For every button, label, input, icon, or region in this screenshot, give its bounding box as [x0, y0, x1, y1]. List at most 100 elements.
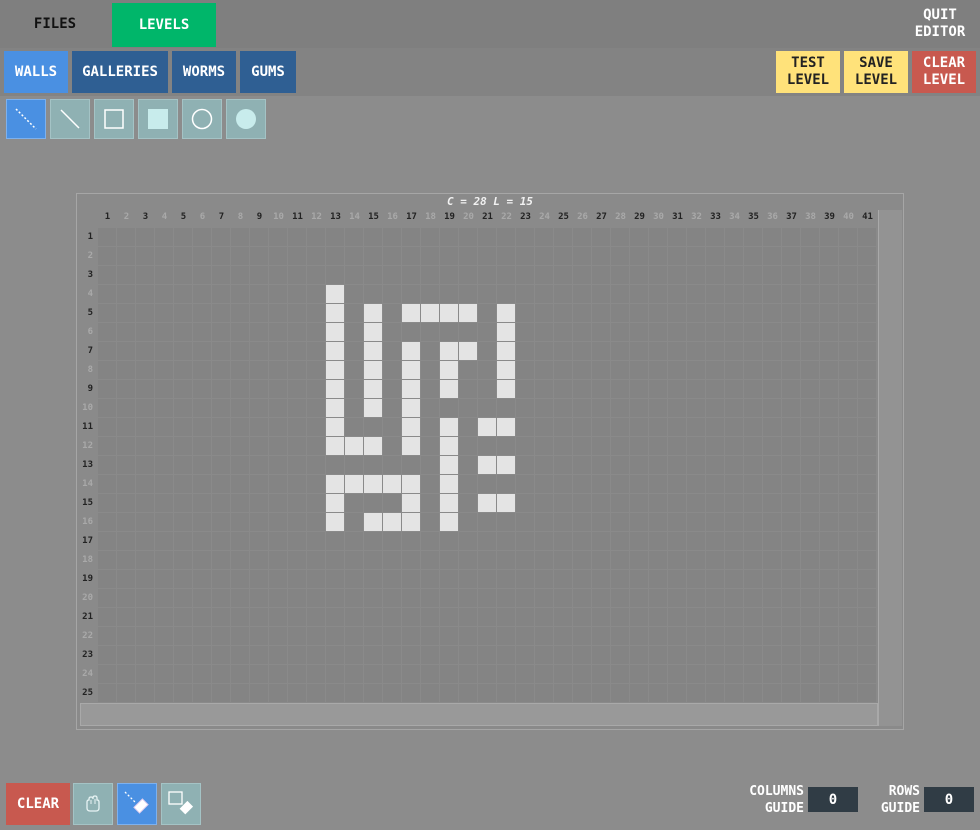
wall-cell[interactable]: [478, 494, 496, 512]
grid-cell[interactable]: [725, 475, 743, 493]
grid-cell[interactable]: [592, 551, 610, 569]
grid-cell[interactable]: [269, 589, 287, 607]
grid-cell[interactable]: [212, 513, 230, 531]
grid-cell[interactable]: [440, 684, 458, 702]
grid-cell[interactable]: [858, 323, 876, 341]
grid-cell[interactable]: [516, 551, 534, 569]
grid-cell[interactable]: [858, 228, 876, 246]
grid-cell[interactable]: [592, 646, 610, 664]
grid-cell[interactable]: [668, 304, 686, 322]
grid-cell[interactable]: [801, 589, 819, 607]
grid-cell[interactable]: [497, 266, 515, 284]
grid-cell[interactable]: [174, 247, 192, 265]
grid-cell[interactable]: [250, 513, 268, 531]
grid-cell[interactable]: [725, 684, 743, 702]
grid-cell[interactable]: [440, 399, 458, 417]
grid-cell[interactable]: [858, 399, 876, 417]
grid-cell[interactable]: [136, 342, 154, 360]
grid-cell[interactable]: [611, 570, 629, 588]
grid-cell[interactable]: [155, 532, 173, 550]
grid-cell[interactable]: [801, 247, 819, 265]
grid-cell[interactable]: [459, 551, 477, 569]
grid-cell[interactable]: [307, 437, 325, 455]
grid-cell[interactable]: [497, 247, 515, 265]
grid-cell[interactable]: [212, 247, 230, 265]
grid-cell[interactable]: [763, 494, 781, 512]
grid-cell[interactable]: [763, 684, 781, 702]
grid-cell[interactable]: [687, 266, 705, 284]
grid-cell[interactable]: [459, 532, 477, 550]
grid-cell[interactable]: [250, 646, 268, 664]
grid-cell[interactable]: [820, 437, 838, 455]
grid-cell[interactable]: [744, 665, 762, 683]
grid-cell[interactable]: [136, 418, 154, 436]
grid-cell[interactable]: [402, 665, 420, 683]
grid-cell[interactable]: [307, 380, 325, 398]
grid-cell[interactable]: [250, 399, 268, 417]
grid-cell[interactable]: [231, 304, 249, 322]
grid-cell[interactable]: [573, 684, 591, 702]
grid-cell[interactable]: [820, 342, 838, 360]
grid-cell[interactable]: [231, 665, 249, 683]
grid-cell[interactable]: [554, 456, 572, 474]
grid-cell[interactable]: [630, 342, 648, 360]
grid-cell[interactable]: [117, 475, 135, 493]
grid-cell[interactable]: [725, 380, 743, 398]
grid-cell[interactable]: [231, 646, 249, 664]
grid-cell[interactable]: [288, 665, 306, 683]
grid-cell[interactable]: [212, 456, 230, 474]
grid-cell[interactable]: [744, 513, 762, 531]
grid-cell[interactable]: [516, 608, 534, 626]
grid-cell[interactable]: [858, 494, 876, 512]
grid-cell[interactable]: [421, 608, 439, 626]
grid-cell[interactable]: [345, 361, 363, 379]
grid-cell[interactable]: [459, 228, 477, 246]
grid-cell[interactable]: [535, 399, 553, 417]
grid-cell[interactable]: [155, 589, 173, 607]
grid-cell[interactable]: [649, 532, 667, 550]
grid-cell[interactable]: [212, 342, 230, 360]
grid-cell[interactable]: [345, 342, 363, 360]
grid-cell[interactable]: [706, 665, 724, 683]
grid-cell[interactable]: [117, 380, 135, 398]
grid-cell[interactable]: [725, 589, 743, 607]
grid-cell[interactable]: [858, 380, 876, 398]
wall-cell[interactable]: [402, 494, 420, 512]
grid-cell[interactable]: [573, 608, 591, 626]
grid-cell[interactable]: [668, 608, 686, 626]
grid-cell[interactable]: [687, 551, 705, 569]
grid-cell[interactable]: [193, 361, 211, 379]
grid-cell[interactable]: [155, 247, 173, 265]
grid-cell[interactable]: [402, 247, 420, 265]
grid-cell[interactable]: [98, 494, 116, 512]
grid-cell[interactable]: [231, 285, 249, 303]
grid-cell[interactable]: [326, 665, 344, 683]
grid-cell[interactable]: [687, 684, 705, 702]
grid-cell[interactable]: [440, 608, 458, 626]
grid-cell[interactable]: [193, 380, 211, 398]
wall-cell[interactable]: [440, 361, 458, 379]
grid-cell[interactable]: [212, 380, 230, 398]
grid-cell[interactable]: [193, 551, 211, 569]
grid-cell[interactable]: [155, 399, 173, 417]
grid-cell[interactable]: [155, 437, 173, 455]
grid-cell[interactable]: [288, 285, 306, 303]
wall-cell[interactable]: [364, 323, 382, 341]
grid-cell[interactable]: [231, 608, 249, 626]
grid-cell[interactable]: [820, 304, 838, 322]
grid-cell[interactable]: [421, 323, 439, 341]
grid-cell[interactable]: [839, 475, 857, 493]
grid-cell[interactable]: [630, 646, 648, 664]
grid-cell[interactable]: [497, 665, 515, 683]
grid-cell[interactable]: [345, 380, 363, 398]
grid-cell[interactable]: [649, 304, 667, 322]
grid-cell[interactable]: [478, 646, 496, 664]
grid-cell[interactable]: [440, 627, 458, 645]
grid-cell[interactable]: [478, 228, 496, 246]
grid-cell[interactable]: [440, 228, 458, 246]
grid-cell[interactable]: [706, 570, 724, 588]
grid-cell[interactable]: [516, 361, 534, 379]
grid-cell[interactable]: [858, 551, 876, 569]
grid-cell[interactable]: [706, 627, 724, 645]
grid-cell[interactable]: [687, 361, 705, 379]
